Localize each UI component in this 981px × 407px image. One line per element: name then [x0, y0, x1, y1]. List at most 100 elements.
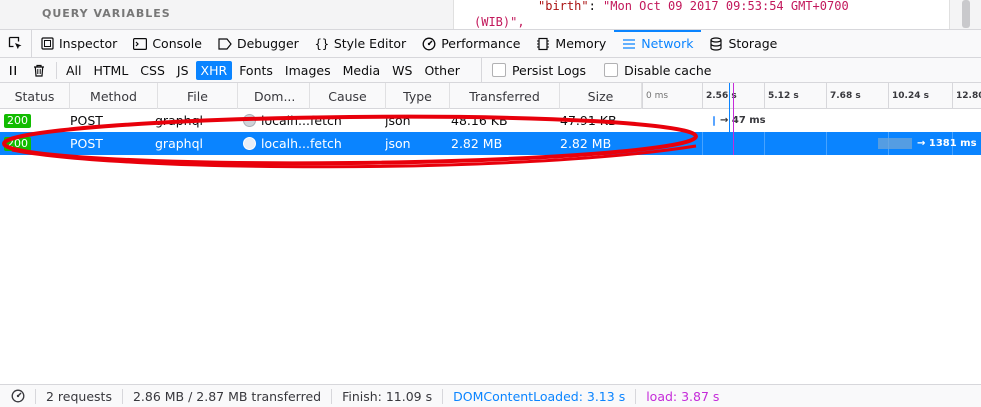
timing-label: → 1381 ms [917, 138, 977, 149]
toolbar-divider [56, 61, 57, 79]
status-cell: 200 [4, 132, 31, 155]
options-group: Persist Logs Disable cache [480, 57, 711, 83]
timing-cell: → 47 ms [720, 109, 766, 132]
tab-style-editor[interactable]: {} Style Editor [307, 30, 414, 57]
domain-text: localh... [261, 113, 309, 128]
performance-analysis-button[interactable] [0, 388, 36, 404]
request-count: 2 requests [36, 388, 123, 404]
element-picker-button[interactable] [0, 30, 32, 57]
trash-icon [34, 64, 44, 77]
cause-cell: fetch [310, 136, 342, 151]
filter-fonts-button[interactable]: Fonts [234, 61, 278, 80]
tab-debugger[interactable]: Debugger [210, 30, 307, 57]
tab-label: Performance [441, 36, 521, 51]
waterfall-tick: 7.68 s [826, 83, 888, 109]
size-cell: 47.91 KB [560, 113, 617, 128]
memory-icon [536, 37, 550, 51]
cause-cell: fetch [310, 113, 342, 128]
filter-css-button[interactable]: CSS [135, 61, 170, 80]
debugger-icon [218, 37, 232, 51]
checkbox-box[interactable] [491, 63, 506, 77]
waterfall-tick: 5.12 s [764, 83, 826, 109]
request-table-header: Status Method File Dom... Cause Type Tra… [0, 83, 981, 109]
waterfall-tick: 0 ms [642, 83, 702, 109]
column-header-cause[interactable]: Cause [310, 83, 386, 109]
size-cell: 2.82 MB [560, 136, 612, 151]
status-badge: 200 [4, 113, 31, 128]
domain-cell: localh... [243, 109, 309, 132]
element-picker-icon [8, 36, 22, 50]
column-header-transferred[interactable]: Transferred [450, 83, 560, 109]
waterfall-tick: 12.80 [952, 83, 981, 109]
load-marker [733, 83, 734, 155]
persist-logs-checkbox[interactable]: Persist Logs [491, 63, 586, 78]
filter-ws-button[interactable]: WS [387, 61, 417, 80]
tab-label: Console [152, 36, 202, 51]
waterfall-gridline [702, 132, 703, 155]
column-header-status[interactable]: Status [0, 83, 70, 109]
transferred-summary: 2.86 MB / 2.87 MB transferred [123, 388, 333, 404]
status-badge: 200 [4, 136, 31, 151]
disable-cache-checkbox[interactable]: Disable cache [604, 63, 711, 78]
tab-label: Memory [555, 36, 607, 51]
pause-icon [10, 65, 16, 75]
code-line-continuation: (WIB)", [474, 15, 525, 29]
tab-inspector[interactable]: Inspector [32, 30, 125, 57]
filter-html-button[interactable]: HTML [89, 61, 134, 80]
scrollbar-thumb[interactable] [962, 0, 970, 28]
clear-button[interactable] [26, 58, 52, 83]
column-header-method[interactable]: Method [70, 83, 158, 109]
code-pane: "birth": "Mon Oct 09 2017 09:53:54 GMT+0… [453, 0, 950, 29]
column-header-domain[interactable]: Dom... [238, 83, 310, 109]
tab-label: Storage [728, 36, 778, 51]
code-line: "birth": "Mon Oct 09 2017 09:53:54 GMT+0… [538, 0, 849, 13]
domain-cell: localh... [243, 132, 309, 155]
timing-label: → 47 ms [720, 115, 766, 126]
file-cell: graphql [155, 113, 203, 128]
column-header-file[interactable]: File [158, 83, 238, 109]
type-cell: json [385, 136, 411, 151]
column-header-type[interactable]: Type [386, 83, 450, 109]
request-row[interactable]: 200 POST graphql localh... fetch json 48… [0, 109, 981, 132]
dom-content-loaded-marker [729, 83, 730, 155]
tab-performance[interactable]: Performance [414, 30, 528, 57]
console-icon [133, 37, 148, 51]
checkbox-box[interactable] [604, 63, 619, 77]
performance-icon [422, 37, 436, 51]
file-cell: graphql [155, 136, 203, 151]
waterfall-bar [878, 138, 912, 149]
tab-network[interactable]: Network [614, 30, 702, 57]
request-row-selected[interactable]: 200 POST graphql localh... fetch json 2.… [0, 132, 981, 155]
tab-console[interactable]: Console [125, 30, 210, 57]
tab-storage[interactable]: Storage [701, 30, 785, 57]
query-variables-title: QUERY VARIABLES [42, 7, 171, 20]
tab-label: Inspector [59, 36, 118, 51]
waterfall-gridline [826, 132, 827, 155]
tab-memory[interactable]: Memory [528, 30, 614, 57]
devtools-tabbar: Inspector Console Debugger {} Style Edit… [0, 30, 981, 58]
network-icon [622, 37, 636, 51]
filter-images-button[interactable]: Images [280, 61, 336, 80]
status-cell: 200 [4, 109, 31, 132]
filter-js-button[interactable]: JS [172, 61, 194, 80]
finish-time: Finish: 11.09 s [332, 388, 444, 404]
globe-icon [243, 137, 256, 150]
page-background: QUERY VARIABLES "birth": "Mon Oct 09 201… [0, 0, 981, 30]
tab-label: Network [641, 36, 694, 51]
method-cell: POST [70, 136, 103, 151]
waterfall-tick: 10.24 s [888, 83, 952, 109]
filter-other-button[interactable]: Other [419, 61, 465, 80]
type-cell: json [385, 113, 411, 128]
filter-all-button[interactable]: All [61, 61, 87, 80]
code-key: "birth" [538, 0, 589, 13]
method-cell: POST [70, 113, 103, 128]
filter-xhr-button[interactable]: XHR [195, 60, 233, 80]
column-header-size[interactable]: Size [560, 83, 642, 109]
filter-media-button[interactable]: Media [338, 61, 386, 80]
code-value: "Mon Oct 09 2017 09:53:54 GMT+0700 [603, 0, 849, 13]
pause-button[interactable] [0, 58, 26, 83]
storage-icon [709, 36, 723, 51]
tab-label: Style Editor [333, 36, 407, 51]
timing-cell: → 1381 ms [917, 132, 977, 155]
domain-text: localh... [261, 136, 309, 151]
